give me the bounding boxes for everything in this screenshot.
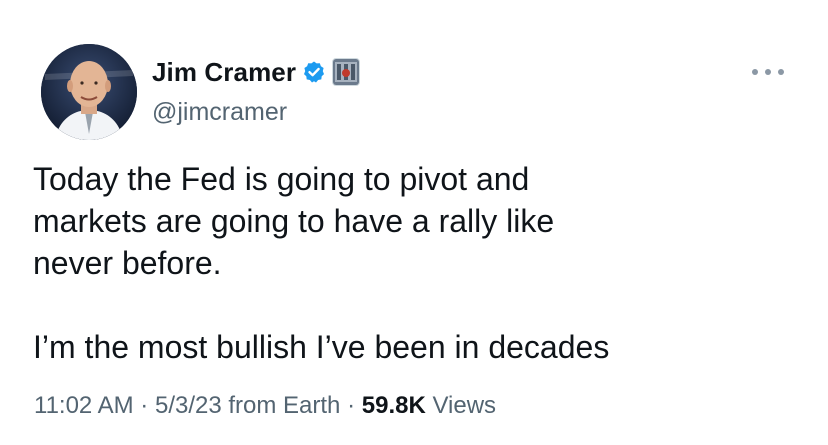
views-count[interactable]: 59.8K <box>362 392 426 419</box>
verified-badge-icon[interactable] <box>302 60 326 84</box>
meta-separator: · <box>347 392 356 419</box>
dot-icon <box>765 69 771 75</box>
tweet-text: Today the Fed is going to pivot and mark… <box>33 161 610 365</box>
author-display-name[interactable]: Jim Cramer <box>152 57 296 88</box>
tweet-date[interactable]: 5/3/23 <box>155 392 222 419</box>
tweet-time[interactable]: 11:02 AM <box>34 392 134 419</box>
dot-icon <box>752 69 758 75</box>
meta-separator: · <box>140 392 149 419</box>
author-handle[interactable]: @jimcramer <box>152 98 287 127</box>
author-name-row: Jim Cramer <box>152 54 361 90</box>
tweet-meta: 11:02 AM · 5/3/23 from Earth · 59.8K Vie… <box>34 392 496 420</box>
tweet-card: Jim Cramer @jimcramer Today the Fed is g… <box>0 0 828 445</box>
more-options-icon[interactable] <box>752 64 784 80</box>
views-label: Views <box>432 392 497 419</box>
tweet-source: from Earth <box>228 392 341 419</box>
affiliate-badge-icon[interactable] <box>332 58 361 86</box>
avatar-image <box>41 44 137 140</box>
avatar[interactable] <box>41 44 137 140</box>
dot-icon <box>778 69 784 75</box>
